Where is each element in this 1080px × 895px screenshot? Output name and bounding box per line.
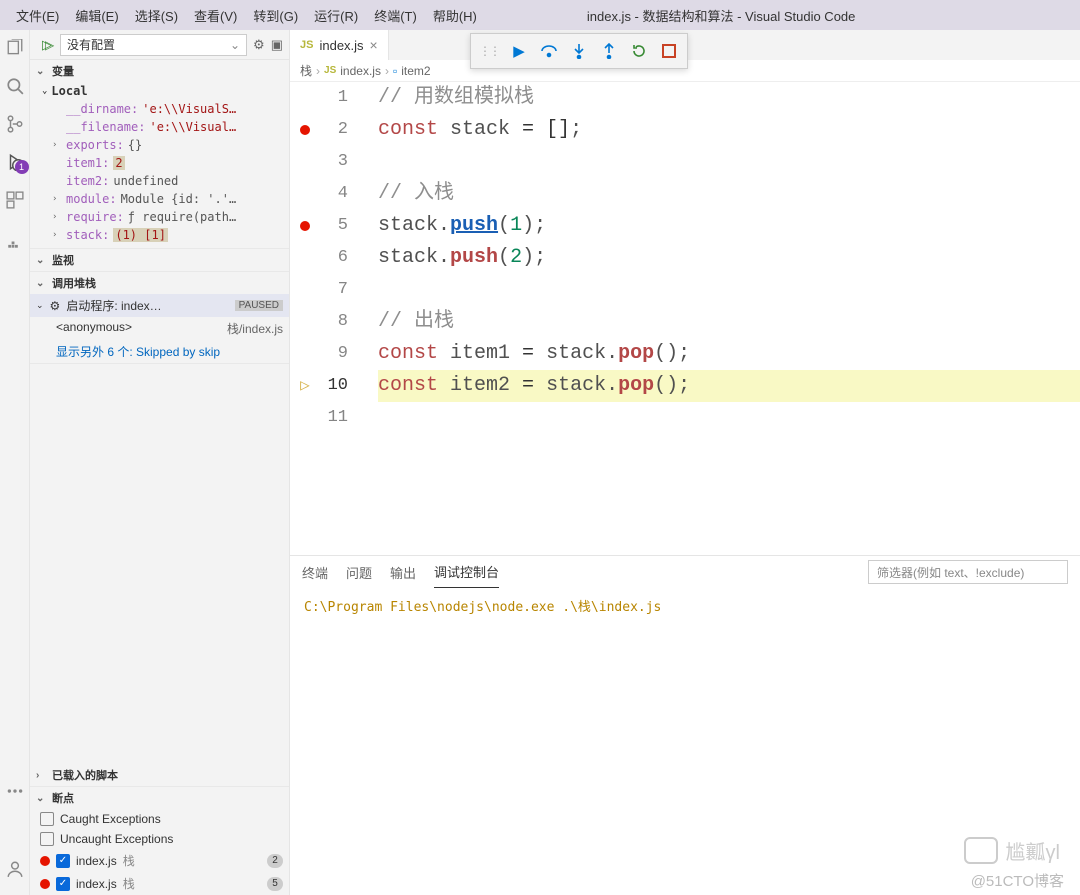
- close-icon[interactable]: ×: [370, 37, 378, 53]
- terminal-tab[interactable]: 问题: [346, 557, 372, 588]
- menu-item[interactable]: 转到(G): [245, 2, 306, 29]
- checkbox[interactable]: ✓: [56, 877, 70, 891]
- editor-area: JS index.js × 栈 › JS index.js › ▫ item2 …: [290, 30, 1080, 895]
- code-editor[interactable]: 1// 用数组模拟栈2const stack = [];34// 入栈5stac…: [290, 82, 1080, 555]
- breakpoint-row[interactable]: Uncaught Exceptions: [30, 829, 289, 849]
- breakpoint-dot-icon: [40, 856, 50, 866]
- menu-item[interactable]: 选择(S): [127, 2, 186, 29]
- current-line-icon: ▷: [300, 370, 310, 402]
- variable-row[interactable]: __filename: 'e:\\Visual…: [30, 118, 289, 136]
- search-icon[interactable]: [5, 76, 25, 96]
- restart-button[interactable]: [625, 38, 653, 64]
- terminal-tab[interactable]: 终端: [302, 557, 328, 588]
- breakpoint-row[interactable]: Caught Exceptions: [30, 809, 289, 829]
- debug-console-output: C:\Program Files\nodejs\node.exe .\栈\ind…: [290, 588, 1080, 895]
- count-badge: 5: [267, 877, 283, 891]
- callstack-panel-header[interactable]: ⌄调用堆栈: [30, 272, 289, 294]
- menu-item[interactable]: 终端(T): [366, 2, 425, 29]
- debug-icon[interactable]: 1: [5, 152, 25, 172]
- checkbox[interactable]: [40, 832, 54, 846]
- watermark-credit: @51CTO博客: [971, 870, 1064, 891]
- menubar: 文件(E)编辑(E)选择(S)查看(V)转到(G)运行(R)终端(T)帮助(H)…: [0, 0, 1080, 30]
- menu-item[interactable]: 运行(R): [306, 2, 366, 29]
- debug-config-select[interactable]: 没有配置: [60, 34, 247, 56]
- terminal-tab[interactable]: 输出: [390, 557, 416, 588]
- tab-index-js[interactable]: JS index.js ×: [290, 30, 389, 60]
- variable-row[interactable]: ›require: ƒ require(path…: [30, 208, 289, 226]
- loaded-scripts-header[interactable]: ›已载入的脚本: [30, 764, 289, 786]
- watch-panel-header[interactable]: ⌄监视: [30, 249, 289, 271]
- variable-row[interactable]: __dirname: 'e:\\VisualS…: [30, 100, 289, 118]
- debug-toolbar: ▷ 没有配置 ⚙ ▣: [30, 30, 289, 60]
- sidebar: ▷ 没有配置 ⚙ ▣ ⌄变量 ⌄Local __dirname: 'e:\\Vi…: [30, 30, 290, 895]
- docker-icon[interactable]: [5, 236, 25, 256]
- callstack-skipped[interactable]: 显示另外 6 个: Skipped by skip: [30, 340, 289, 363]
- stop-button[interactable]: [655, 38, 683, 64]
- checkbox[interactable]: [40, 812, 54, 826]
- activitybar: 1: [0, 30, 30, 895]
- step-into-button[interactable]: [565, 38, 593, 64]
- extensions-icon[interactable]: [5, 190, 25, 210]
- explorer-icon[interactable]: [5, 38, 25, 58]
- menu-item[interactable]: 帮助(H): [425, 2, 485, 29]
- step-over-button[interactable]: [535, 38, 563, 64]
- debug-console-icon[interactable]: ▣: [271, 37, 283, 53]
- callstack-frame[interactable]: <anonymous> 栈/index.js: [30, 317, 289, 340]
- source-control-icon[interactable]: [5, 114, 25, 134]
- wechat-icon: [964, 837, 998, 864]
- terminal-panel: 终端问题输出调试控制台 筛选器(例如 text、!exclude) C:\Prog…: [290, 555, 1080, 895]
- breakpoint-glyph-icon[interactable]: [300, 221, 310, 231]
- menu-item[interactable]: 编辑(E): [67, 2, 126, 29]
- account-icon[interactable]: [5, 859, 25, 879]
- terminal-tab[interactable]: 调试控制台: [434, 556, 499, 588]
- debug-floating-toolbar: ⋮⋮ ▶: [470, 33, 688, 69]
- callstack-thread[interactable]: ⌄ ⚙ 启动程序: index… PAUSED: [30, 294, 289, 317]
- breakpoint-dot-icon: [40, 879, 50, 889]
- menu-item[interactable]: 查看(V): [186, 2, 245, 29]
- watermark: 尴瓤γl: [964, 836, 1060, 865]
- variables-panel-header[interactable]: ⌄变量: [30, 60, 289, 82]
- checkbox[interactable]: ✓: [56, 854, 70, 868]
- breakpoint-row[interactable]: ✓index.js 栈5: [30, 872, 289, 895]
- drag-handle-icon[interactable]: ⋮⋮: [475, 44, 503, 58]
- more-icon[interactable]: [5, 781, 25, 801]
- js-file-icon: JS: [300, 39, 313, 51]
- menu-item[interactable]: 文件(E): [8, 2, 67, 29]
- breakpoints-panel-header[interactable]: ⌄断点: [30, 787, 289, 809]
- variable-row[interactable]: ›exports: {}: [30, 136, 289, 154]
- variable-row[interactable]: item1: 2: [30, 154, 289, 172]
- breakpoint-glyph-icon[interactable]: [300, 125, 310, 135]
- terminal-filter-input[interactable]: 筛选器(例如 text、!exclude): [868, 560, 1068, 584]
- variable-row[interactable]: ›stack: (1) [1]: [30, 226, 289, 244]
- window-title: index.js - 数据结构和算法 - Visual Studio Code: [587, 6, 856, 25]
- variable-row[interactable]: item2: undefined: [30, 172, 289, 190]
- continue-button[interactable]: ▶: [505, 38, 533, 64]
- local-scope[interactable]: ⌄Local: [30, 82, 289, 100]
- paused-badge: PAUSED: [235, 300, 283, 311]
- step-out-button[interactable]: [595, 38, 623, 64]
- count-badge: 2: [267, 854, 283, 868]
- settings-icon[interactable]: ⚙: [253, 37, 265, 53]
- breakpoint-row[interactable]: ✓index.js 栈2: [30, 849, 289, 872]
- variable-row[interactable]: ›module: Module {id: '.'…: [30, 190, 289, 208]
